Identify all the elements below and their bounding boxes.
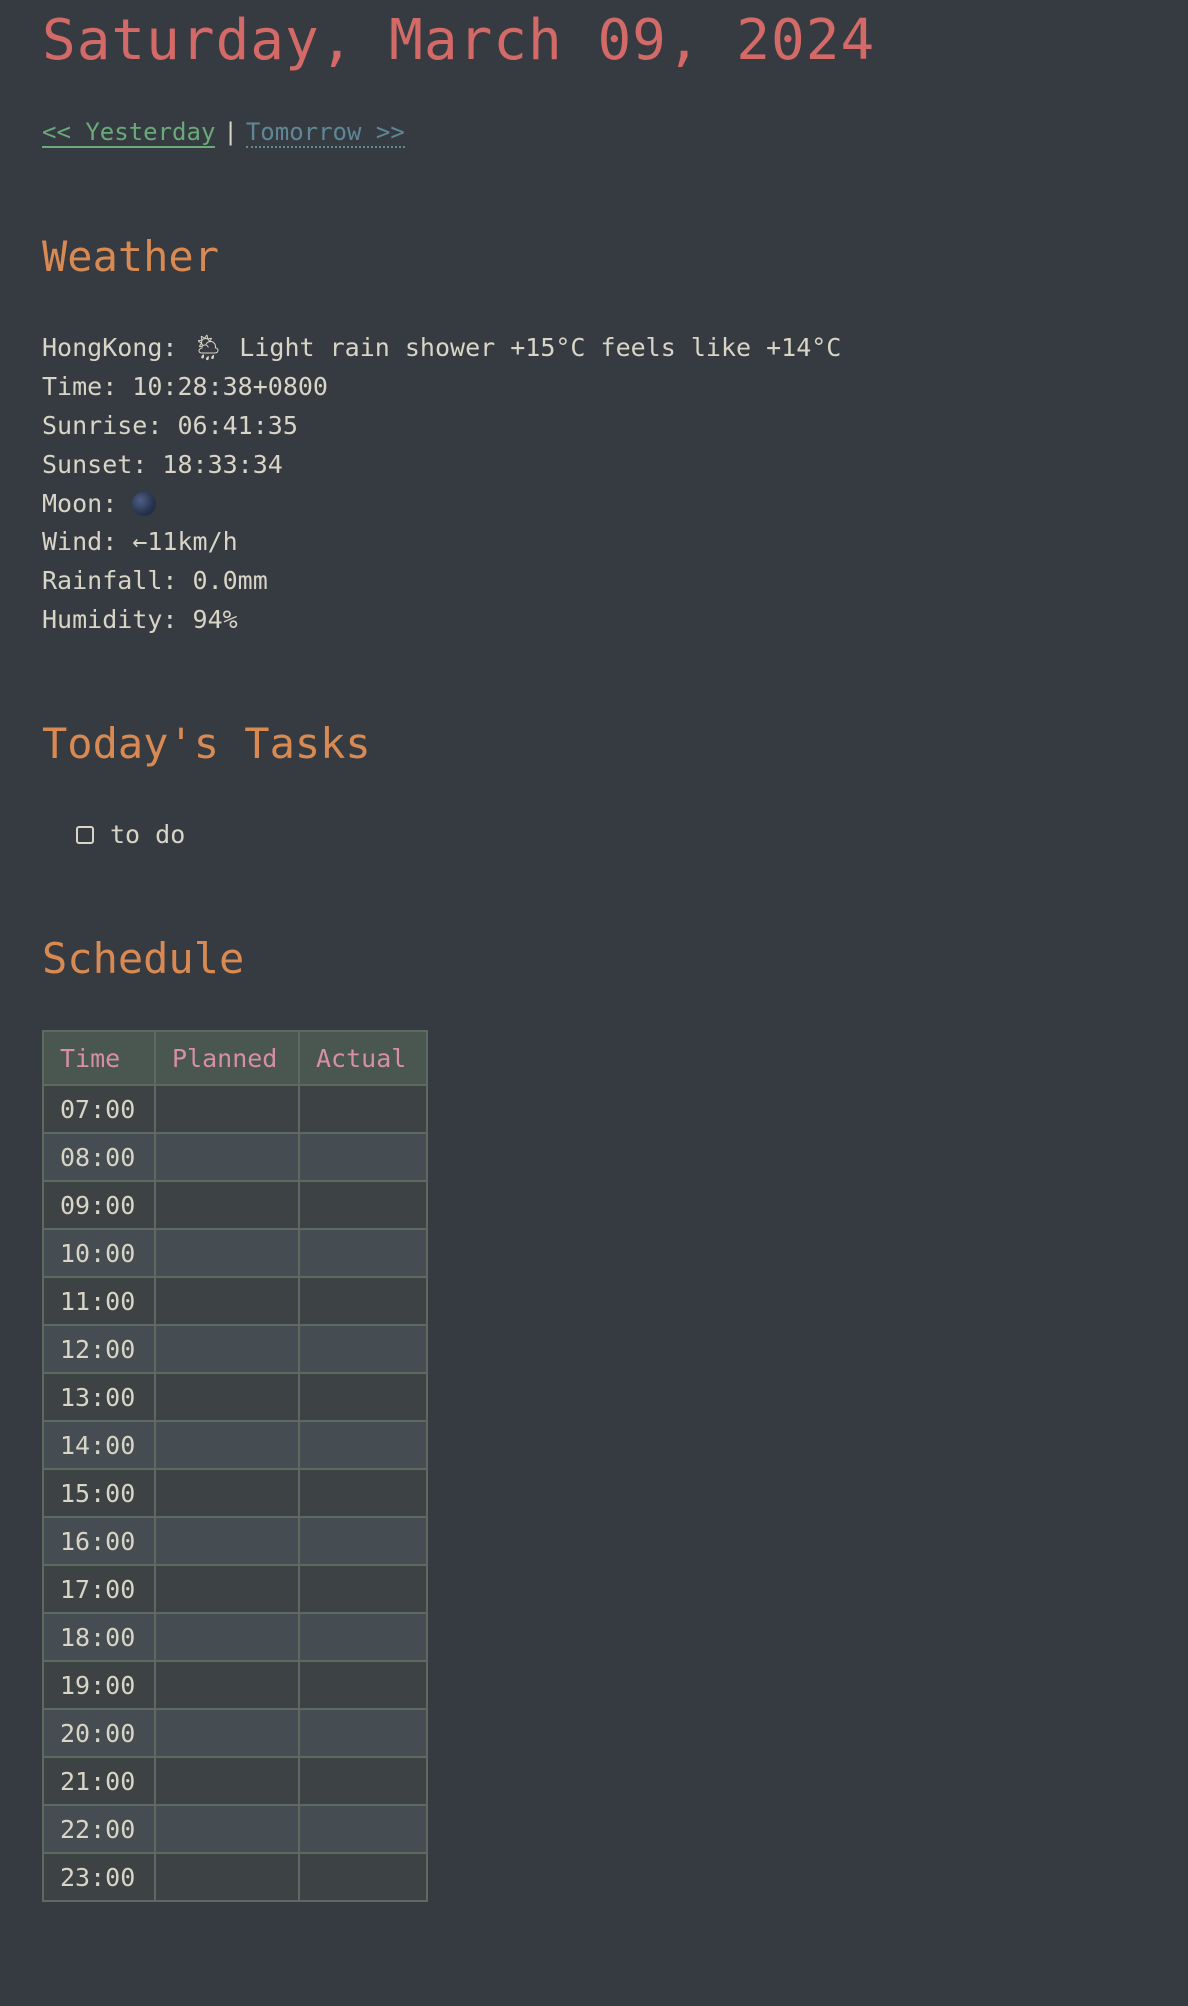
table-row: 08:00: [42, 1132, 428, 1182]
planned-cell[interactable]: [154, 1420, 300, 1470]
table-row: 21:00: [42, 1756, 428, 1806]
table-row: 19:00: [42, 1660, 428, 1710]
actual-cell[interactable]: [298, 1852, 428, 1902]
weather-time: Time: 10:28:38+0800: [42, 371, 328, 401]
tomorrow-link[interactable]: Tomorrow >>: [245, 118, 405, 148]
table-row: 07:00: [42, 1084, 428, 1134]
weather-heading: Weather: [42, 232, 220, 281]
planned-cell[interactable]: [154, 1852, 300, 1902]
time-cell: 09:00: [42, 1180, 156, 1230]
time-cell: 13:00: [42, 1372, 156, 1422]
day-navigation: << Yesterday | Tomorrow >>: [42, 118, 405, 148]
weather-details: HongKong: 🌦 Light rain shower +15°C feel…: [42, 329, 841, 640]
table-row: 17:00: [42, 1564, 428, 1614]
new-moon-icon: [132, 491, 157, 516]
planned-cell[interactable]: [154, 1804, 300, 1854]
schedule-table: Time Planned Actual 07:00 08:00 09:00 10:00…: [42, 1030, 428, 1902]
planned-cell[interactable]: [154, 1708, 300, 1758]
planned-cell[interactable]: [154, 1180, 300, 1230]
page-title: Saturday, March 09, 2024: [42, 8, 876, 73]
table-row: 12:00: [42, 1324, 428, 1374]
column-header-actual: Actual: [298, 1030, 428, 1086]
table-row: 22:00: [42, 1804, 428, 1854]
time-cell: 08:00: [42, 1132, 156, 1182]
planned-cell[interactable]: [154, 1228, 300, 1278]
planned-cell[interactable]: [154, 1276, 300, 1326]
actual-cell[interactable]: [298, 1612, 428, 1662]
table-row: 16:00: [42, 1516, 428, 1566]
actual-cell[interactable]: [298, 1804, 428, 1854]
planned-cell[interactable]: [154, 1324, 300, 1374]
time-cell: 23:00: [42, 1852, 156, 1902]
actual-cell[interactable]: [298, 1084, 428, 1134]
planned-cell[interactable]: [154, 1564, 300, 1614]
time-cell: 11:00: [42, 1276, 156, 1326]
table-row: 10:00: [42, 1228, 428, 1278]
table-row: 20:00: [42, 1708, 428, 1758]
time-cell: 10:00: [42, 1228, 156, 1278]
weather-humidity: Humidity: 94%: [42, 605, 238, 635]
time-cell: 15:00: [42, 1468, 156, 1518]
actual-cell[interactable]: [298, 1420, 428, 1470]
table-row: 09:00: [42, 1180, 428, 1230]
actual-cell[interactable]: [298, 1180, 428, 1230]
table-row: 13:00: [42, 1372, 428, 1422]
time-cell: 07:00: [42, 1084, 156, 1134]
table-row: 14:00: [42, 1420, 428, 1470]
yesterday-link[interactable]: << Yesterday: [42, 118, 216, 148]
schedule-header-row: Time Planned Actual: [42, 1030, 428, 1086]
schedule-heading: Schedule: [42, 934, 245, 983]
planned-cell[interactable]: [154, 1132, 300, 1182]
time-cell: 17:00: [42, 1564, 156, 1614]
column-header-time: Time: [42, 1030, 156, 1086]
task-checkbox[interactable]: [76, 825, 94, 844]
actual-cell[interactable]: [298, 1468, 428, 1518]
actual-cell[interactable]: [298, 1564, 428, 1614]
weather-rainfall: Rainfall: 0.0mm: [42, 566, 268, 596]
column-header-planned: Planned: [154, 1030, 300, 1086]
weather-sunrise: Sunrise: 06:41:35: [42, 410, 298, 440]
time-cell: 19:00: [42, 1660, 156, 1710]
task-item: to do: [76, 820, 185, 849]
planned-cell[interactable]: [154, 1660, 300, 1710]
planned-cell[interactable]: [154, 1468, 300, 1518]
time-cell: 18:00: [42, 1612, 156, 1662]
actual-cell[interactable]: [298, 1132, 428, 1182]
time-cell: 22:00: [42, 1804, 156, 1854]
time-cell: 12:00: [42, 1324, 156, 1374]
weather-wind: Wind: ←11km/h: [42, 527, 238, 557]
actual-cell[interactable]: [298, 1372, 428, 1422]
weather-sunset: Sunset: 18:33:34: [42, 449, 283, 479]
task-label: to do: [110, 820, 186, 849]
schedule-body: 07:00 08:00 09:00 10:00 11:00 12:00 13:00 14:00…: [42, 1084, 428, 1902]
weather-moon: Moon:: [42, 485, 841, 524]
actual-cell[interactable]: [298, 1708, 428, 1758]
planned-cell[interactable]: [154, 1084, 300, 1134]
table-row: 18:00: [42, 1612, 428, 1662]
planned-cell[interactable]: [154, 1372, 300, 1422]
actual-cell[interactable]: [298, 1324, 428, 1374]
actual-cell[interactable]: [298, 1228, 428, 1278]
table-row: 23:00: [42, 1852, 428, 1902]
actual-cell[interactable]: [298, 1276, 428, 1326]
time-cell: 14:00: [42, 1420, 156, 1470]
table-row: 15:00: [42, 1468, 428, 1518]
nav-separator: |: [223, 118, 238, 146]
tasks-heading: Today's Tasks: [42, 719, 371, 768]
actual-cell[interactable]: [298, 1516, 428, 1566]
planned-cell[interactable]: [154, 1756, 300, 1806]
moon-label: Moon:: [42, 488, 118, 518]
actual-cell[interactable]: [298, 1660, 428, 1710]
weather-location-line: HongKong: 🌦 Light rain shower +15°C feel…: [42, 333, 842, 362]
actual-cell[interactable]: [298, 1756, 428, 1806]
planned-cell[interactable]: [154, 1612, 300, 1662]
time-cell: 16:00: [42, 1516, 156, 1566]
planned-cell[interactable]: [154, 1516, 300, 1566]
time-cell: 21:00: [42, 1756, 156, 1806]
time-cell: 20:00: [42, 1708, 156, 1758]
table-row: 11:00: [42, 1276, 428, 1326]
